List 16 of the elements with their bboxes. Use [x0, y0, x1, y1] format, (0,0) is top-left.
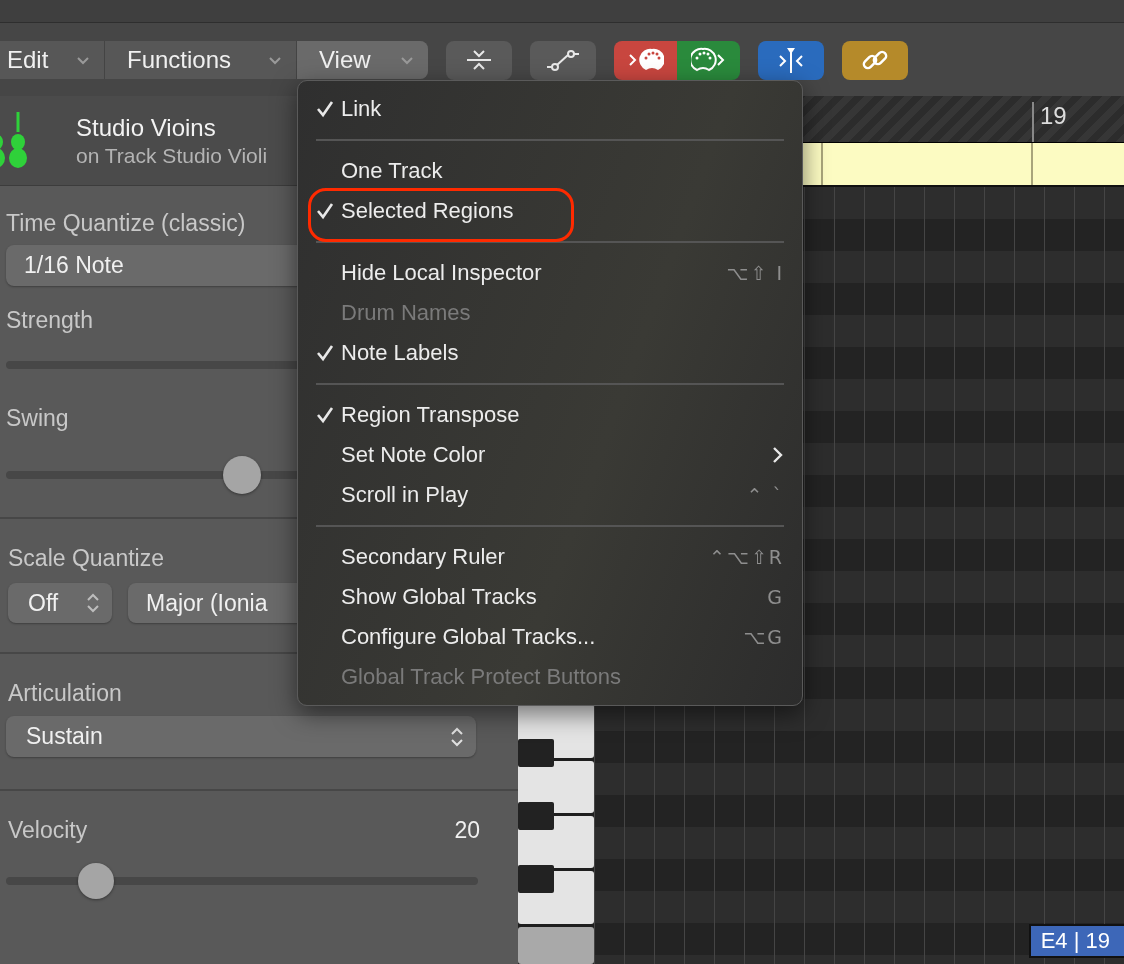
time-quantize-label: Time Quantize (classic)	[6, 210, 246, 236]
bar-number: 19	[1040, 102, 1067, 130]
shortcut-text: ⌃ `	[746, 484, 784, 506]
position-label: E4 | 19	[1028, 924, 1124, 958]
shortcut-text: ⌥⇧ I	[726, 262, 784, 284]
shortcut-text: ⌃⌥⇧R	[709, 546, 784, 568]
track-name: Studio Vioins	[76, 112, 217, 143]
strength-label: Strength	[6, 307, 93, 333]
swing-label: Swing	[6, 405, 69, 431]
scale-quantize-label: Scale Quantize	[8, 545, 164, 571]
track-subtitle: on Track Studio Violi	[76, 142, 268, 169]
shortcut-text: G	[767, 586, 784, 608]
shortcut-text: ⌥G	[743, 626, 784, 648]
velocity-label: Velocity	[8, 817, 88, 843]
velocity-value: 20	[454, 817, 480, 843]
articulation-label: Articulation	[8, 680, 122, 706]
